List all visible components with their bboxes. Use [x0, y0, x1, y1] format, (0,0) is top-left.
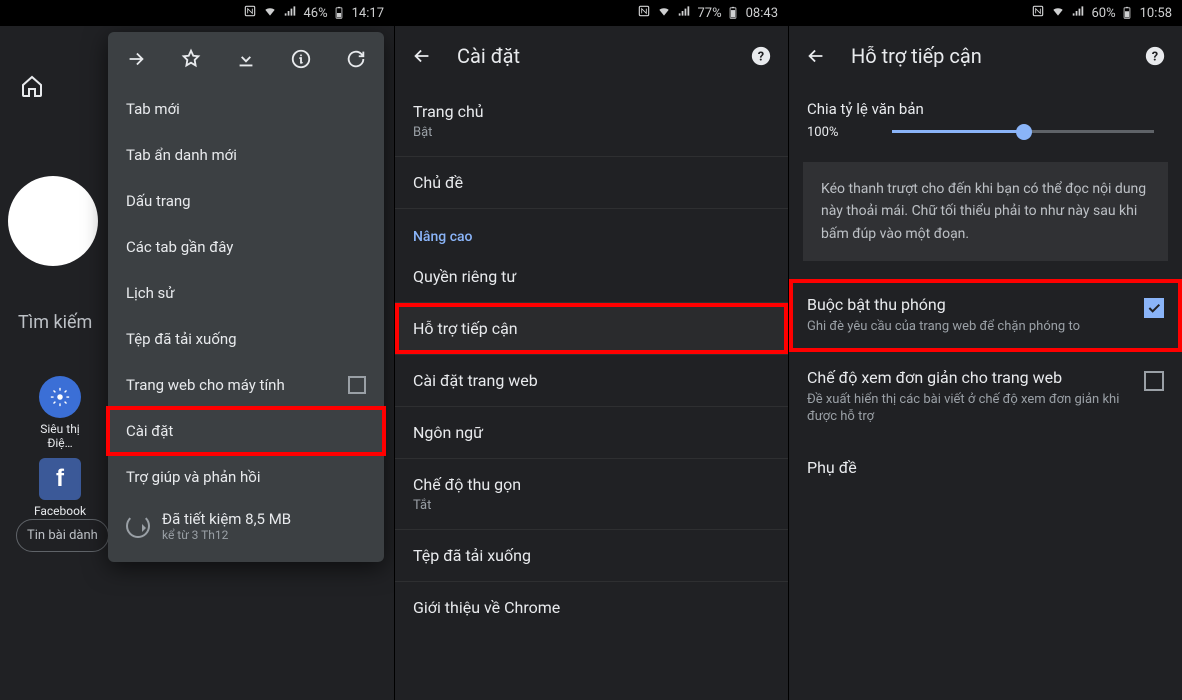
checkbox-empty-icon[interactable]	[1144, 371, 1164, 391]
settings-header: Cài đặt ?	[395, 26, 788, 86]
svg-text:?: ?	[1152, 50, 1158, 65]
settings-row-downloads[interactable]: Tệp đã tải xuống	[395, 530, 788, 582]
shortcut-label: Siêu thị Điệ…	[30, 422, 90, 450]
text-scaling-slider[interactable]	[838, 120, 1164, 144]
menu-item-recent-tabs[interactable]: Các tab gần đây	[108, 224, 384, 270]
slider-thumb[interactable]	[1016, 124, 1032, 140]
screen-3-accessibility: 60% 10:58 Hỗ trợ tiếp cận ? Chia tỷ lệ v…	[788, 0, 1182, 700]
accessibility-header: Hỗ trợ tiếp cận ?	[789, 26, 1182, 86]
checkbox-icon[interactable]	[348, 376, 366, 394]
menu-toolbar	[108, 32, 384, 86]
status-bar: 77% 08:43	[395, 0, 788, 26]
sample-text-box: Kéo thanh trượt cho đến khi bạn có thể đ…	[803, 162, 1168, 261]
page-title: Cài đặt	[457, 44, 726, 68]
shortcut-label: Facebook	[30, 504, 90, 518]
shortcut-tile[interactable]: Siêu thị Điệ…	[30, 376, 90, 450]
battery-indicator: 77%	[697, 6, 739, 21]
signal-icon	[1071, 4, 1085, 22]
text-scaling-value: 100%	[807, 125, 838, 140]
nfc-icon	[243, 4, 257, 22]
search-hint-text[interactable]: Tìm kiếm	[18, 312, 92, 333]
status-bar: 46% 14:17	[0, 0, 394, 26]
home-icon[interactable]	[20, 74, 44, 102]
clock: 14:17	[352, 6, 384, 21]
signal-icon	[283, 4, 297, 22]
help-icon[interactable]: ?	[1144, 45, 1166, 67]
status-bar: 60% 10:58	[789, 0, 1182, 26]
settings-row-theme[interactable]: Chủ đề	[395, 157, 788, 209]
menu-item-downloads[interactable]: Tệp đã tải xuống	[108, 316, 384, 362]
menu-item-bookmarks[interactable]: Dấu trang	[108, 178, 384, 224]
settings-row-lite-mode[interactable]: Chế độ thu gọn Tắt	[395, 459, 788, 530]
option-captions[interactable]: Phụ đề	[789, 442, 1182, 493]
chrome-overflow-menu: Tab mới Tab ẩn danh mới Dấu trang Các ta…	[108, 32, 384, 562]
text-scaling-block: Chia tỷ lệ văn bản 100%	[789, 86, 1182, 152]
menu-item-history[interactable]: Lịch sử	[108, 270, 384, 316]
news-chip[interactable]: Tin bài dành	[16, 519, 109, 552]
page-title: Hỗ trợ tiếp cận	[851, 44, 1120, 68]
screen-2-settings: 77% 08:43 Cài đặt ? Trang chủ Bật Chủ đề…	[394, 0, 788, 700]
battery-indicator: 46%	[303, 6, 345, 21]
nfc-icon	[637, 4, 651, 22]
battery-indicator: 60%	[1091, 6, 1133, 21]
back-icon[interactable]	[411, 45, 433, 67]
star-icon[interactable]	[180, 48, 202, 70]
refresh-icon[interactable]	[345, 48, 367, 70]
menu-data-saved[interactable]: Đã tiết kiệm 8,5 MB kể từ 3 Th12	[108, 500, 384, 556]
back-icon[interactable]	[805, 45, 827, 67]
menu-item-help[interactable]: Trợ giúp và phản hồi	[108, 454, 384, 500]
menu-item-settings[interactable]: Cài đặt	[108, 408, 384, 454]
help-icon[interactable]: ?	[750, 45, 772, 67]
settings-row-about[interactable]: Giới thiệu về Chrome	[395, 582, 788, 633]
section-advanced: Nâng cao	[395, 209, 788, 251]
shortcut-tile[interactable]: f Facebook	[30, 458, 90, 518]
download-icon[interactable]	[235, 48, 257, 70]
option-simplified-view[interactable]: Chế độ xem đơn giản cho trang web Đề xuấ…	[789, 352, 1182, 442]
svg-text:?: ?	[758, 50, 764, 65]
settings-row-homepage[interactable]: Trang chủ Bật	[395, 86, 788, 157]
menu-item-desktop-site[interactable]: Trang web cho máy tính	[108, 362, 384, 408]
option-force-zoom[interactable]: Buộc bật thu phóng Ghi đè yêu cầu của tr…	[789, 279, 1182, 352]
info-icon[interactable]	[290, 48, 312, 70]
menu-item-new-tab[interactable]: Tab mới	[108, 86, 384, 132]
menu-item-incognito[interactable]: Tab ẩn danh mới	[108, 132, 384, 178]
settings-row-privacy[interactable]: Quyền riêng tư	[395, 251, 788, 303]
checkbox-checked-icon[interactable]	[1144, 298, 1164, 318]
data-saver-icon	[126, 514, 150, 538]
settings-row-site-settings[interactable]: Cài đặt trang web	[395, 355, 788, 407]
clock: 10:58	[1140, 6, 1172, 21]
wifi-icon	[1051, 4, 1065, 22]
clock: 08:43	[746, 6, 778, 21]
forward-icon[interactable]	[125, 48, 147, 70]
settings-row-language[interactable]: Ngôn ngữ	[395, 407, 788, 459]
google-logo-placeholder	[8, 176, 98, 266]
text-scaling-label: Chia tỷ lệ văn bản	[807, 100, 1164, 118]
settings-row-accessibility[interactable]: Hỗ trợ tiếp cận	[395, 303, 788, 355]
signal-icon	[677, 4, 691, 22]
nfc-icon	[1031, 4, 1045, 22]
wifi-icon	[657, 4, 671, 22]
screen-1-chrome-menu: 46% 14:17 Tìm kiếm Siêu thị Điệ… f Faceb…	[0, 0, 394, 700]
wifi-icon	[263, 4, 277, 22]
